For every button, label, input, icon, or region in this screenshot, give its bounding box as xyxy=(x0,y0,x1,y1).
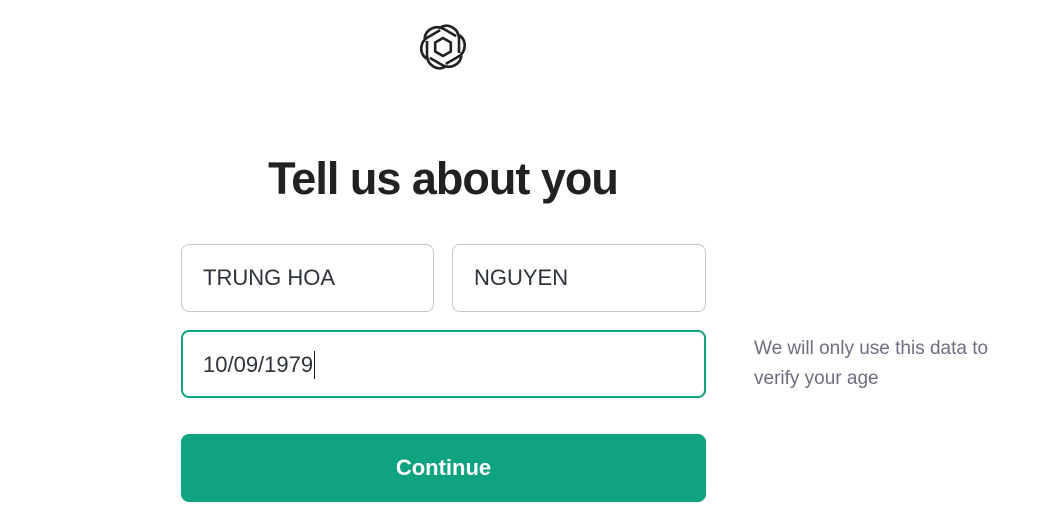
about-you-page: Tell us about you TRUNG HOA NGUYEN 10/09… xyxy=(0,0,1040,518)
first-name-input[interactable]: TRUNG HOA xyxy=(181,244,434,312)
page-title: Tell us about you xyxy=(268,153,619,204)
text-caret xyxy=(314,351,316,379)
age-verification-hint: We will only use this data to verify you… xyxy=(754,338,989,389)
continue-button[interactable]: Continue xyxy=(181,434,706,502)
last-name-input[interactable]: NGUYEN xyxy=(452,244,706,312)
openai-logo-icon xyxy=(418,22,468,72)
birthday-value: 10/09/1979 xyxy=(203,352,314,377)
birthday-input[interactable]: 10/09/1979 xyxy=(181,330,706,398)
last-name-value: NGUYEN xyxy=(474,265,569,290)
first-name-value: TRUNG HOA xyxy=(203,265,335,290)
